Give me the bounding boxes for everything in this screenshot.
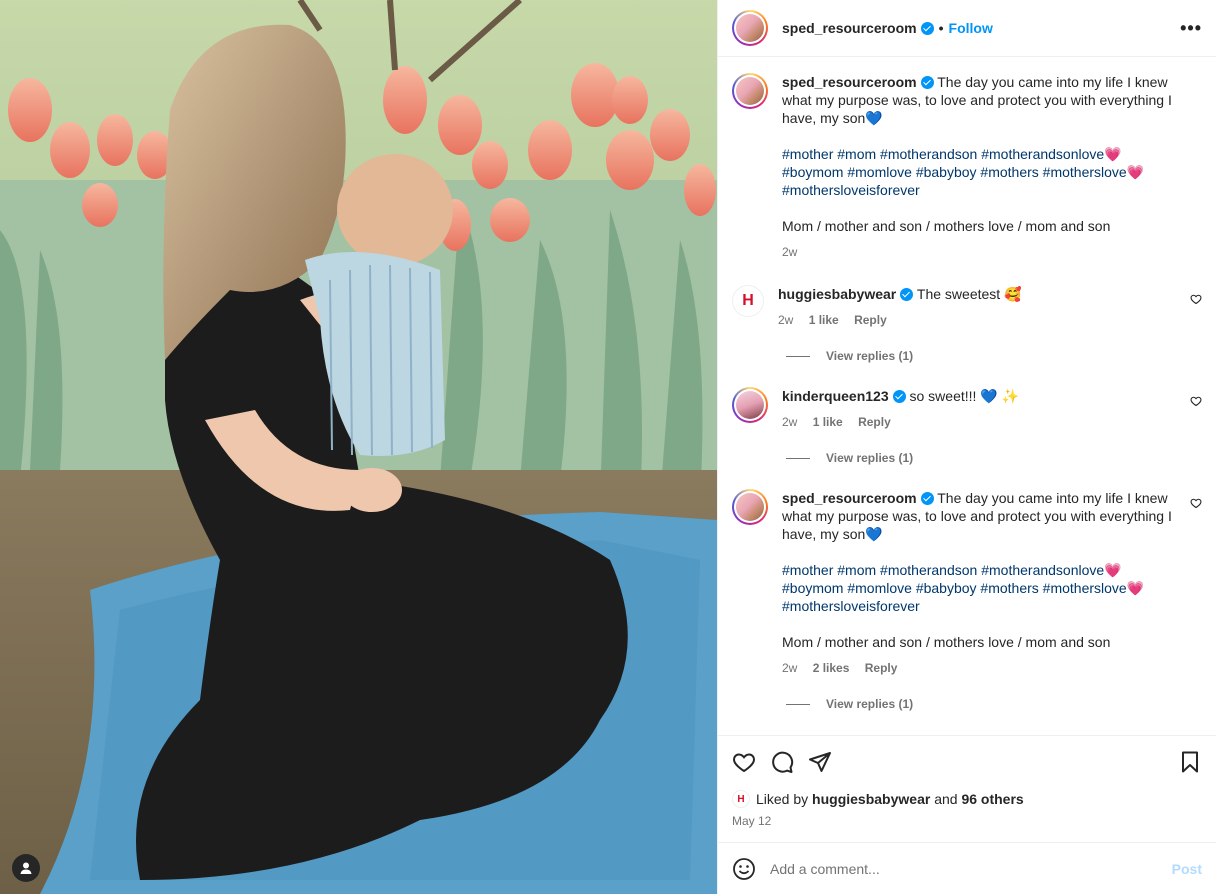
comment-input[interactable]	[770, 860, 1172, 877]
comment-likes[interactable]: 1 like	[813, 415, 843, 429]
view-replies-button[interactable]: View replies (1)	[786, 697, 1202, 711]
caption: sped_resourceroom The day you came into …	[732, 73, 1202, 261]
view-replies-button[interactable]: View replies (1)	[786, 349, 1202, 363]
comment-item: H huggiesbabywear The sweetest 🥰 2w 1 li…	[732, 285, 1202, 329]
verified-badge-icon	[920, 76, 934, 89]
caption-hashtags[interactable]: #mother #mom #motherandson #motherandson…	[782, 145, 1176, 199]
user-tags-button[interactable]	[12, 854, 40, 882]
comment-extra-text: Mom / mother and son / mothers love / mo…	[782, 634, 1111, 650]
post-header: sped_resourceroom • Follow •••	[718, 0, 1216, 57]
comments-list[interactable]: sped_resourceroom The day you came into …	[718, 57, 1216, 735]
comment-time[interactable]: 2w	[782, 661, 797, 675]
comment-bubble-icon[interactable]	[770, 750, 794, 774]
photo-illustration	[0, 0, 717, 894]
caption-username[interactable]: sped_resourceroom	[782, 74, 917, 90]
commenter-avatar[interactable]: H	[732, 285, 764, 317]
reply-button[interactable]: Reply	[865, 661, 898, 675]
reply-button[interactable]: Reply	[858, 415, 891, 429]
comment-likes[interactable]: 1 like	[809, 313, 839, 327]
instagram-post-view: sped_resourceroom • Follow ••• sped_reso…	[0, 0, 1216, 894]
caption-time[interactable]: 2w	[782, 245, 797, 259]
like-comment-heart-icon[interactable]	[1190, 395, 1202, 407]
comment-username[interactable]: kinderqueen123	[782, 388, 889, 404]
comment-item: kinderqueen123 so sweet!!! 💙 ✨ 2w 1 like…	[732, 387, 1202, 431]
author-avatar[interactable]	[732, 10, 768, 46]
liker-avatar: H	[732, 790, 750, 808]
like-comment-heart-icon[interactable]	[1190, 293, 1202, 305]
post-actions: H Liked by huggiesbabywear and 96 others…	[718, 735, 1216, 842]
verified-badge-icon	[920, 21, 934, 35]
post-photo[interactable]	[0, 0, 717, 894]
likes-summary[interactable]: H Liked by huggiesbabywear and 96 others	[732, 790, 1202, 808]
commenter-avatar[interactable]	[732, 489, 768, 525]
comment-hashtags[interactable]: #mother #mom #motherandson #motherandson…	[782, 561, 1176, 615]
post-date[interactable]: May 12	[732, 814, 1202, 842]
more-options-icon[interactable]: •••	[1180, 18, 1202, 39]
view-replies-label: View replies (1)	[826, 697, 914, 711]
share-send-icon[interactable]	[808, 750, 832, 774]
post-comment-button[interactable]: Post	[1172, 861, 1202, 877]
likes-others-count[interactable]: 96 others	[961, 791, 1023, 807]
comment-text: so sweet!!! 💙 ✨	[909, 388, 1020, 404]
comment-item: sped_resourceroom The day you came into …	[732, 489, 1202, 677]
verified-badge-icon	[900, 288, 914, 301]
emoji-icon[interactable]	[732, 857, 756, 881]
likes-conj: and	[934, 791, 958, 807]
reply-button[interactable]: Reply	[854, 313, 887, 327]
caption-extra-text: Mom / mother and son / mothers love / mo…	[782, 218, 1111, 234]
verified-badge-icon	[920, 492, 934, 505]
view-replies-label: View replies (1)	[826, 451, 914, 465]
comment-time[interactable]: 2w	[778, 313, 793, 327]
verified-badge-icon	[892, 390, 906, 403]
comment-username[interactable]: sped_resourceroom	[782, 490, 917, 506]
caption-avatar[interactable]	[732, 73, 768, 109]
likes-prefix: Liked by	[756, 791, 809, 807]
person-icon	[20, 862, 32, 874]
huggies-logo-icon: H	[737, 793, 745, 805]
author-username[interactable]: sped_resourceroom	[782, 20, 917, 36]
huggies-logo-icon: H	[742, 292, 754, 309]
separator-dot: •	[938, 20, 944, 36]
comment-likes[interactable]: 2 likes	[813, 661, 850, 675]
post-side-panel: sped_resourceroom • Follow ••• sped_reso…	[717, 0, 1216, 894]
follow-button[interactable]: Follow	[949, 20, 993, 36]
comment-time[interactable]: 2w	[782, 415, 797, 429]
comment-text: The sweetest 🥰	[916, 286, 1022, 302]
add-comment-bar: Post	[718, 842, 1216, 894]
view-replies-label: View replies (1)	[826, 349, 914, 363]
like-comment-heart-icon[interactable]	[1190, 497, 1202, 509]
liker-username[interactable]: huggiesbabywear	[812, 791, 930, 807]
comment-username[interactable]: huggiesbabywear	[778, 286, 896, 302]
view-replies-button[interactable]: View replies (1)	[786, 451, 1202, 465]
commenter-avatar[interactable]	[732, 387, 768, 423]
like-heart-icon[interactable]	[732, 750, 756, 774]
save-bookmark-icon[interactable]	[1178, 750, 1202, 774]
